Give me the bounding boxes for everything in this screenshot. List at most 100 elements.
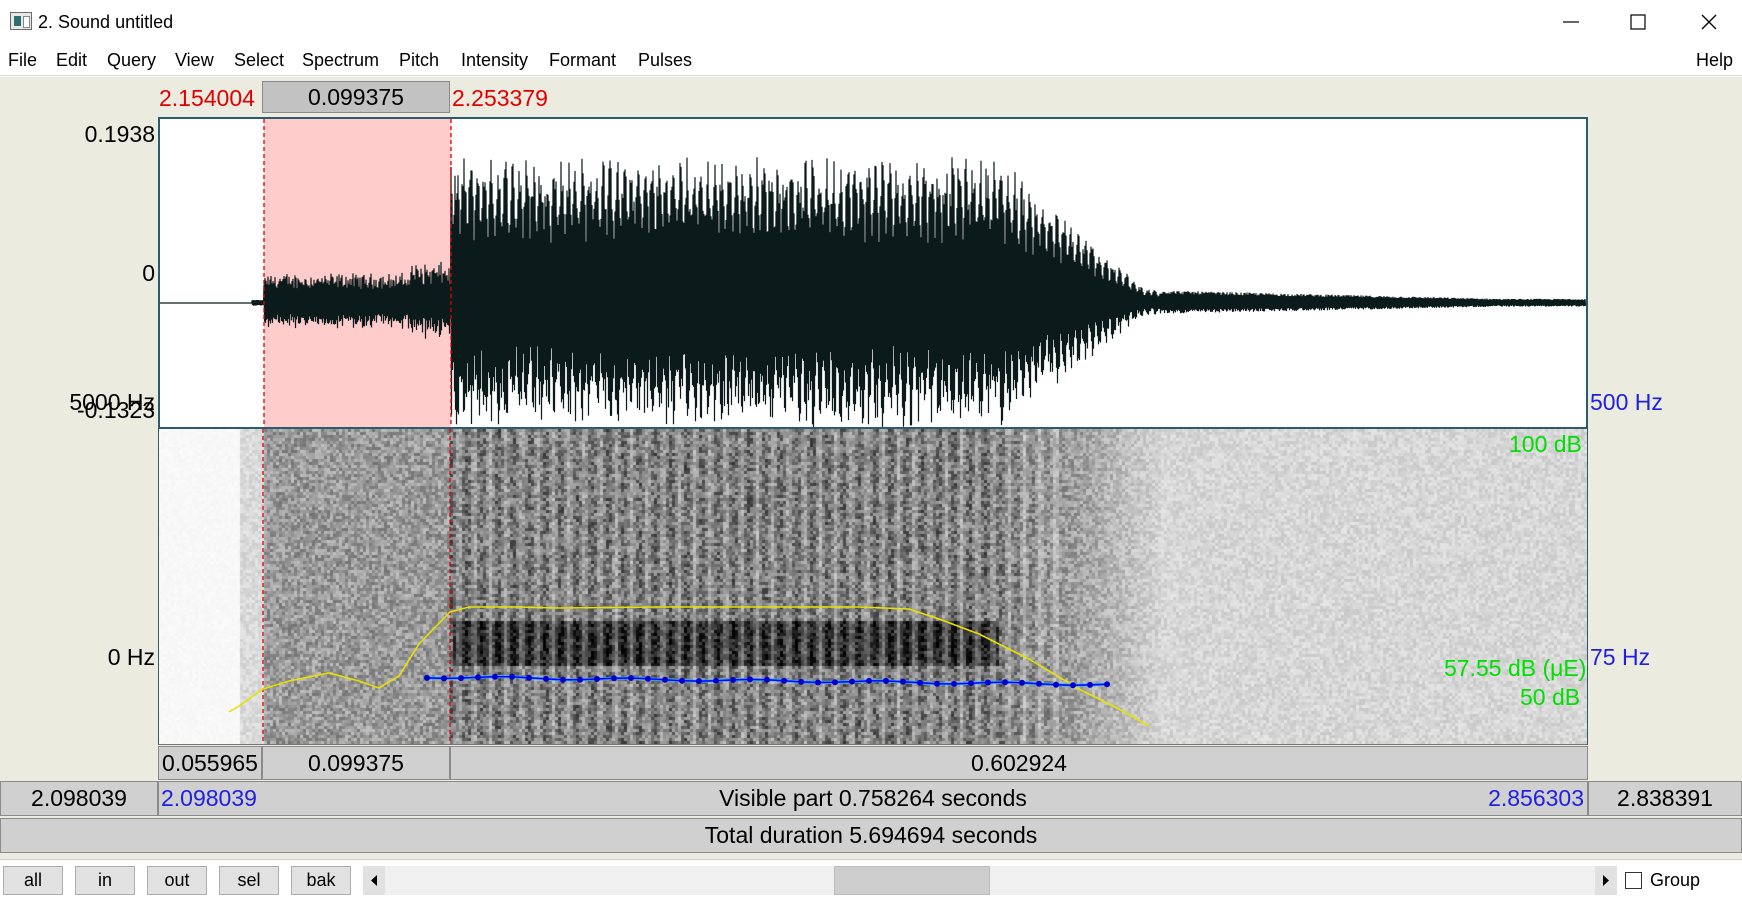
menu-formant[interactable]: Formant xyxy=(549,50,616,70)
close-icon xyxy=(1701,14,1717,30)
pitch-point xyxy=(1087,681,1093,688)
pitch-point xyxy=(441,675,447,682)
menu-file[interactable]: File xyxy=(8,50,37,70)
pitch-point xyxy=(730,676,736,683)
spectrogram-panel[interactable]: 100 dB 57.55 dB (μE) 50 dB xyxy=(158,429,1588,745)
pitch-point xyxy=(424,674,430,681)
zoom-out-button[interactable]: out xyxy=(147,866,207,895)
menu-help[interactable]: Help xyxy=(1696,50,1733,70)
waveform-y-max: 0.1938 xyxy=(84,121,155,147)
zoom-selection-button[interactable]: sel xyxy=(219,866,279,895)
pitch-point xyxy=(696,678,702,685)
pitch-point xyxy=(985,679,991,686)
right-arrow-icon xyxy=(1603,875,1609,886)
pitch-point xyxy=(832,679,838,686)
analysis-overlay xyxy=(228,429,1150,744)
visible-part-bar[interactable]: 2.098039 Visible part 0.758264 seconds 2… xyxy=(158,781,1588,816)
pitch-point xyxy=(594,676,600,682)
pitch-point xyxy=(798,678,804,685)
pitch-point xyxy=(611,675,617,682)
pitch-bottom-label: 75 Hz xyxy=(1590,644,1651,670)
scrollbar-thumb[interactable] xyxy=(834,866,990,895)
pitch-point xyxy=(645,675,651,682)
pitch-point xyxy=(492,673,498,680)
menu-edit[interactable]: Edit xyxy=(56,50,87,70)
zoom-all-button[interactable]: all xyxy=(3,866,63,895)
intensity-contour xyxy=(228,606,1150,727)
menu-view[interactable]: View xyxy=(175,50,214,70)
selection-duration[interactable]: 0.099375 xyxy=(262,81,450,113)
pitch-point xyxy=(1053,681,1059,688)
menu-pulses[interactable]: Pulses xyxy=(638,50,692,70)
pitch-top-label: 500 Hz xyxy=(1590,389,1663,415)
praat-app-icon xyxy=(10,12,32,30)
pitch-point xyxy=(662,676,668,683)
pitch-point xyxy=(781,677,787,684)
visible-part-label: Visible part 0.758264 seconds xyxy=(719,785,1027,811)
pitch-point xyxy=(1070,682,1076,689)
pitch-point xyxy=(1036,680,1042,687)
pitch-points xyxy=(424,673,1110,689)
pitch-point xyxy=(560,676,566,683)
total-duration-bar[interactable]: Total duration 5.694694 seconds xyxy=(0,818,1742,853)
menu-intensity[interactable]: Intensity xyxy=(461,50,528,70)
waveform-panel[interactable] xyxy=(158,117,1588,429)
selection-end: 2.253379 xyxy=(452,85,548,111)
window-start-time[interactable]: 2.098039 xyxy=(0,781,158,816)
pitch-point xyxy=(968,680,974,687)
selection-start: 2.154004 xyxy=(159,85,255,111)
pitch-point xyxy=(934,680,940,687)
segment-before-selection[interactable]: 0.055965 xyxy=(158,746,262,780)
pitch-point xyxy=(815,679,821,686)
pitch-point xyxy=(458,675,464,682)
group-label: Group xyxy=(1650,870,1701,890)
maximize-icon xyxy=(1630,14,1646,30)
sound-editor: 2.154004 0.099375 2.253379 0.1938 0 -0.1… xyxy=(0,77,1742,859)
pitch-point xyxy=(577,676,583,683)
title-bar: 2. Sound untitled xyxy=(0,0,1742,44)
bottom-toolbar: all in out sel bak Group xyxy=(0,859,1742,899)
waveform-y-zero: 0 xyxy=(142,260,155,286)
pitch-point xyxy=(764,676,770,683)
pitch-point xyxy=(883,677,889,684)
pitch-point xyxy=(543,675,549,682)
scrollbar-track[interactable] xyxy=(385,866,1595,895)
pitch-point xyxy=(917,679,923,686)
menu-query[interactable]: Query xyxy=(107,50,156,70)
pitch-point xyxy=(713,677,719,684)
waveform-plot xyxy=(160,119,1586,427)
spectrogram-freq-top: 5000 Hz xyxy=(69,389,155,415)
scroll-right-button[interactable] xyxy=(1595,866,1617,895)
pitch-point xyxy=(475,674,481,681)
pitch-point xyxy=(526,674,532,681)
segment-after-selection[interactable]: 0.602924 xyxy=(450,746,1588,780)
close-button[interactable] xyxy=(1674,0,1742,44)
pitch-point xyxy=(509,673,515,680)
maximize-button[interactable] xyxy=(1603,0,1673,44)
window-end-time[interactable]: 2.838391 xyxy=(1588,781,1742,816)
zoom-in-button[interactable]: in xyxy=(75,866,135,895)
pitch-point xyxy=(951,680,957,687)
menu-spectrum[interactable]: Spectrum xyxy=(302,50,379,70)
visible-start: 2.098039 xyxy=(161,785,257,811)
pitch-point xyxy=(1002,679,1008,686)
menu-pitch[interactable]: Pitch xyxy=(399,50,439,70)
menu-select[interactable]: Select xyxy=(234,50,284,70)
zoom-back-button[interactable]: bak xyxy=(291,866,351,895)
scroll-left-button[interactable] xyxy=(363,866,385,895)
pitch-point xyxy=(849,678,855,685)
window-title: 2. Sound untitled xyxy=(38,12,174,32)
intensity-top-label: 100 dB xyxy=(1509,431,1582,457)
minimize-button[interactable] xyxy=(1536,0,1606,44)
pitch-point xyxy=(679,677,685,684)
minimize-icon xyxy=(1563,21,1579,23)
group-checkbox[interactable] xyxy=(1625,872,1642,889)
left-arrow-icon xyxy=(371,875,377,886)
pitch-point xyxy=(747,676,753,683)
spectrogram-freq-bottom: 0 Hz xyxy=(107,644,155,670)
pitch-point xyxy=(1019,679,1025,686)
segment-selection[interactable]: 0.099375 xyxy=(262,746,450,780)
selection-highlight xyxy=(264,119,451,427)
intensity-value-label: 57.55 dB (μE) xyxy=(1444,655,1587,681)
intensity-bottom-label: 50 dB xyxy=(1520,684,1581,710)
